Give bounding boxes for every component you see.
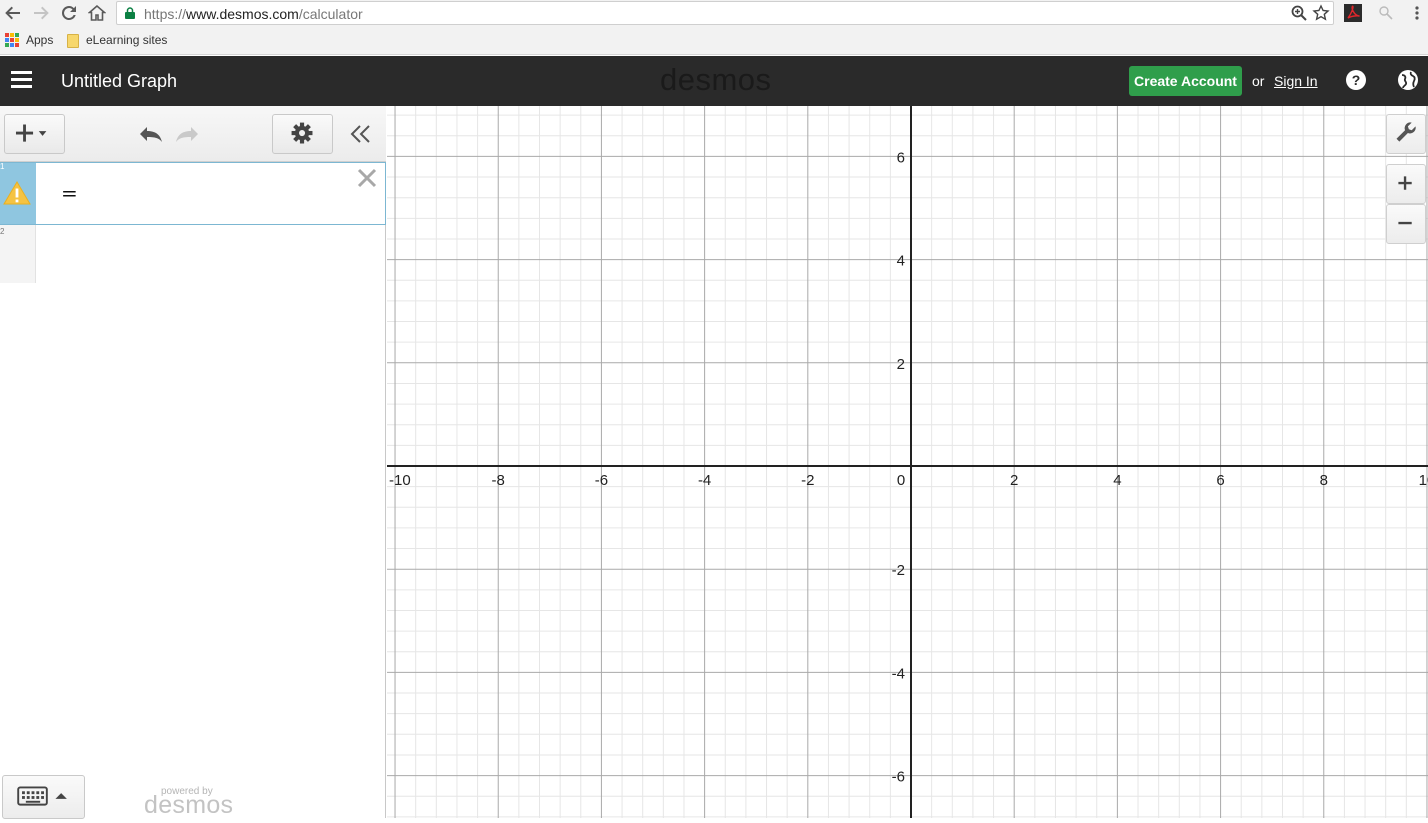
- zoom-out-button[interactable]: [1386, 204, 1426, 244]
- help-icon[interactable]: ?: [1345, 69, 1367, 91]
- gear-icon: [291, 122, 313, 144]
- graph-title[interactable]: Untitled Graph: [61, 71, 177, 92]
- extension-icon[interactable]: [1377, 4, 1395, 22]
- plus-dropdown-icon: [15, 124, 47, 142]
- y-tick-label: -6: [892, 769, 905, 786]
- folder-icon: [67, 34, 79, 48]
- settings-button[interactable]: [272, 114, 333, 154]
- x-tick-label: 2: [1010, 472, 1018, 489]
- expression-number: 1: [0, 162, 5, 171]
- sign-in-link[interactable]: Sign In: [1274, 73, 1318, 89]
- star-icon[interactable]: [1312, 4, 1330, 22]
- browser-menu-icon[interactable]: [1413, 4, 1421, 22]
- x-tick-label: -8: [492, 472, 505, 489]
- warning-icon[interactable]: [3, 180, 31, 206]
- graph-grid[interactable]: -10 -8 -6 -4 -2 0 2 4 6 8 10 6 4 2 -2 -4 -6: [387, 106, 1428, 818]
- x-tick-label: -2: [801, 472, 814, 489]
- graph-settings-button[interactable]: [1386, 114, 1426, 154]
- y-tick-label: 6: [897, 149, 905, 166]
- desmos-header: Untitled Graph desmos Create Account or …: [0, 56, 1428, 106]
- x-tick-label: 10: [1419, 472, 1428, 489]
- or-text: or: [1252, 73, 1265, 89]
- url-text: https://www.desmos.com/calculator: [144, 6, 363, 22]
- address-bar[interactable]: https://www.desmos.com/calculator: [116, 1, 1334, 25]
- forward-icon[interactable]: [31, 3, 51, 23]
- desmos-logo: desmos: [660, 62, 772, 97]
- x-tick-label: -6: [595, 472, 608, 489]
- hamburger-menu-icon[interactable]: [11, 71, 32, 89]
- home-icon[interactable]: [87, 3, 107, 23]
- graph-paper[interactable]: -10 -8 -6 -4 -2 0 2 4 6 8 10 6 4 2 -2 -4 -6: [387, 106, 1428, 818]
- x-tick-label: -10: [389, 472, 411, 489]
- expression-toolbar: [0, 106, 386, 162]
- create-account-button[interactable]: Create Account: [1129, 66, 1242, 96]
- expression-panel: 1 = 2 powered by desmos: [0, 106, 386, 820]
- apps-grid-icon[interactable]: [5, 33, 19, 47]
- powered-by-desmos-logo[interactable]: desmos: [144, 791, 233, 820]
- bookmark-apps[interactable]: Apps: [26, 33, 53, 47]
- y-tick-label: -4: [892, 665, 905, 682]
- close-icon[interactable]: [356, 167, 378, 189]
- zoom-in-button[interactable]: [1386, 164, 1426, 204]
- bookmark-elearning-sites[interactable]: eLearning sites: [86, 33, 167, 47]
- lock-icon: [125, 7, 135, 19]
- expression-row-empty[interactable]: 2: [0, 225, 36, 283]
- bookmarks-bar: Apps eLearning sites: [0, 27, 1428, 55]
- browser-toolbar: https://www.desmos.com/calculator: [0, 0, 1428, 27]
- zoom-icon[interactable]: [1290, 4, 1308, 22]
- keyboard-icon: [17, 786, 67, 806]
- expression-row[interactable]: 1 =: [0, 162, 386, 225]
- y-tick-label: -2: [892, 562, 905, 579]
- x-tick-label: -4: [698, 472, 711, 489]
- expression-number: 2: [0, 227, 5, 236]
- back-icon[interactable]: [3, 3, 23, 23]
- y-tick-label: 4: [897, 253, 905, 270]
- x-tick-label: 6: [1216, 472, 1224, 489]
- keypad-toggle-button[interactable]: [2, 775, 85, 819]
- add-item-button[interactable]: [4, 114, 65, 154]
- redo-icon[interactable]: [172, 120, 202, 148]
- collapse-panel-icon[interactable]: [346, 120, 376, 148]
- x-tick-label: 0: [897, 472, 905, 489]
- minus-icon: [1398, 221, 1412, 225]
- undo-icon[interactable]: [136, 120, 166, 148]
- globe-icon[interactable]: [1397, 69, 1419, 91]
- x-tick-label: 4: [1113, 472, 1121, 489]
- reload-icon[interactable]: [59, 3, 79, 23]
- x-tick-label: 8: [1320, 472, 1328, 489]
- plus-icon: [1398, 176, 1412, 190]
- svg-text:?: ?: [1352, 72, 1361, 88]
- expression-input[interactable]: =: [61, 181, 78, 205]
- expression-gutter: 1: [0, 162, 36, 224]
- acrobat-extension-icon[interactable]: [1344, 4, 1362, 22]
- wrench-icon: [1396, 122, 1416, 142]
- y-tick-label: 2: [897, 356, 905, 373]
